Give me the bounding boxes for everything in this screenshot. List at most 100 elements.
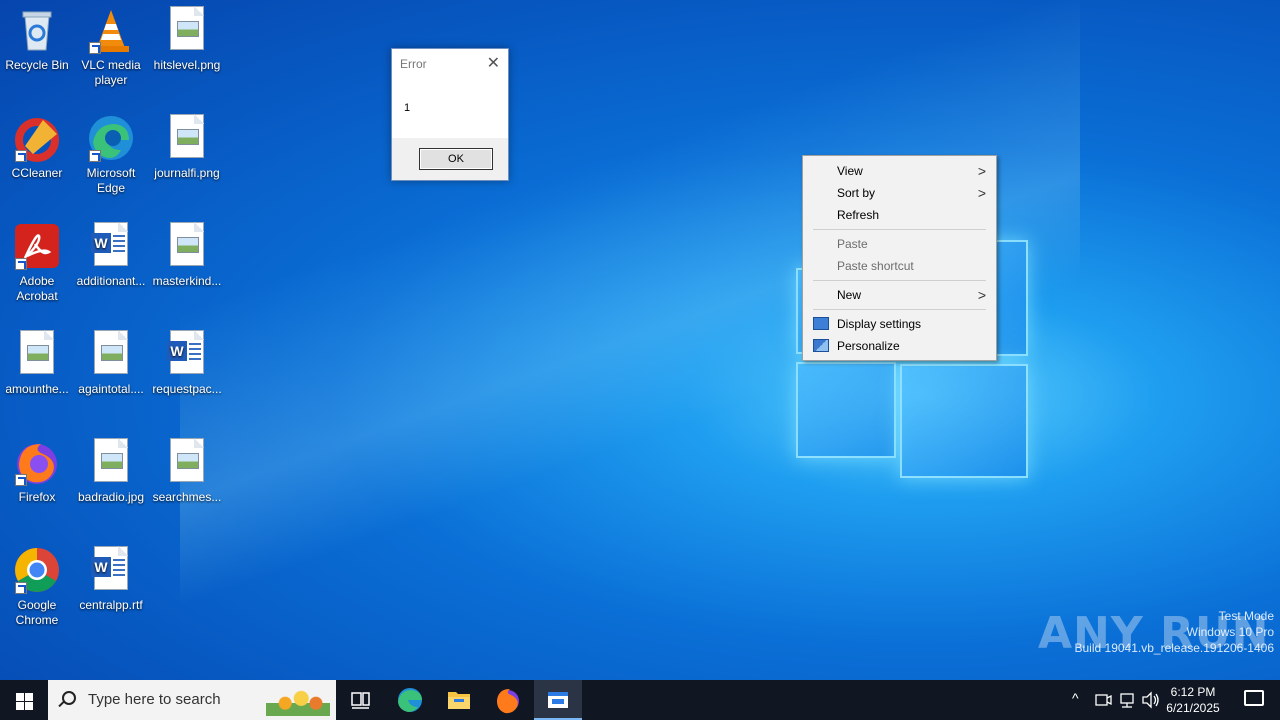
desktop-icon-recycle-bin[interactable]: Recycle Bin <box>0 0 74 73</box>
word-document-icon: W <box>91 222 128 266</box>
vlc-cone-icon <box>87 6 135 54</box>
desktop-icon-edge[interactable]: Microsoft Edge <box>74 108 148 196</box>
windows-edition-text: Windows 10 Pro <box>1186 625 1274 639</box>
taskbar-firefox[interactable] <box>484 680 532 720</box>
desktop-icon-label: VLC media player <box>81 58 141 87</box>
tray-meet-now[interactable] <box>1092 680 1114 720</box>
desktop-icon-firefox[interactable]: Firefox <box>0 432 74 505</box>
chevron-up-icon: ^ <box>1072 690 1079 706</box>
desktop-icon-label: Microsoft Edge <box>86 166 136 195</box>
dialog-title: Error <box>400 57 427 71</box>
desktop-icon-label: againtotal.... <box>78 382 144 396</box>
image-file-icon <box>170 438 204 482</box>
menu-separator <box>813 309 986 310</box>
menu-item-label: Paste <box>837 237 868 251</box>
camera-icon <box>1095 694 1112 706</box>
submenu-arrow-icon: > <box>977 287 986 303</box>
build-text: Build 19041.vb_release.191206-1406 <box>1074 641 1275 655</box>
shortcut-arrow-icon <box>15 582 27 594</box>
menu-item-label: Display settings <box>837 317 922 331</box>
menu-separator <box>813 229 986 230</box>
menu-item-sort-by[interactable]: Sort by > <box>803 182 996 204</box>
menu-item-refresh[interactable]: Refresh <box>803 204 996 226</box>
word-document-icon: W <box>167 330 204 374</box>
clock-date: 6/21/2025 <box>1166 701 1220 715</box>
recycle-bin-icon <box>13 6 61 54</box>
shortcut-arrow-icon <box>89 150 101 162</box>
start-button[interactable] <box>0 680 48 720</box>
desktop-icon-label: Recycle Bin <box>5 58 69 72</box>
image-file-icon <box>170 6 204 50</box>
menu-item-label: Personalize <box>837 339 900 353</box>
window-app-icon <box>548 692 568 708</box>
windows-logo-icon <box>16 693 24 701</box>
desktop-icon-againtotal[interactable]: againtotal.... <box>74 324 148 397</box>
desktop-icon-label: centralpp.rtf <box>79 598 143 612</box>
search-icon <box>62 691 76 705</box>
notification-center-icon[interactable] <box>1244 690 1264 706</box>
desktop-icon-requestpac[interactable]: W requestpac... <box>150 324 224 397</box>
network-icon <box>1120 693 1134 708</box>
close-icon[interactable]: ✕ <box>487 53 500 73</box>
show-hidden-icons-button[interactable]: ^ <box>1068 680 1088 720</box>
tray-network[interactable] <box>1116 680 1138 720</box>
task-view-button[interactable] <box>336 680 384 720</box>
menu-item-paste: Paste <box>803 233 996 255</box>
desktop-icon-label: searchmes... <box>152 490 222 504</box>
ok-button[interactable]: OK <box>419 148 493 170</box>
image-file-icon <box>170 222 204 266</box>
edge-icon <box>87 114 135 162</box>
menu-item-label: Paste shortcut <box>837 259 914 273</box>
image-file-icon <box>94 438 128 482</box>
menu-item-view[interactable]: View > <box>803 160 996 182</box>
taskbar-edge[interactable] <box>386 680 434 720</box>
display-settings-icon <box>813 317 829 330</box>
desktop-context-menu: View > Sort by > Refresh Paste Paste sho… <box>802 155 997 361</box>
desktop-icon-centralpp[interactable]: W centralpp.rtf <box>74 540 148 613</box>
desktop-icon-label: Firefox <box>18 490 56 504</box>
desktop-icon-badradio[interactable]: badradio.jpg <box>74 432 148 505</box>
taskbar-error-app[interactable] <box>534 680 582 720</box>
task-view-icon <box>351 692 370 709</box>
desktop-icon-hitslevel[interactable]: hitslevel.png <box>150 0 224 73</box>
desktop-icon-acrobat[interactable]: Adobe Acrobat <box>0 216 74 304</box>
test-mode-text: Test Mode <box>1218 609 1274 623</box>
menu-item-label: Refresh <box>837 208 880 222</box>
dialog-message: 1 <box>404 102 411 114</box>
menu-item-label: New <box>837 288 862 302</box>
taskbar-search-box[interactable]: Type here to search <box>48 680 336 720</box>
search-highlight-art <box>266 684 330 716</box>
desktop-icon-vlc[interactable]: VLC media player <box>74 0 148 88</box>
firefox-icon <box>497 689 519 714</box>
shortcut-arrow-icon <box>89 42 101 54</box>
menu-item-personalize[interactable]: Personalize <box>803 335 996 357</box>
personalize-icon <box>813 339 829 352</box>
desktop-icon-label: Google Chrome <box>15 598 59 627</box>
desktop-icon-label: CCleaner <box>11 166 63 180</box>
desktop-icon-chrome[interactable]: Google Chrome <box>0 540 74 628</box>
taskbar-clock[interactable]: 6:12 PM 6/21/2025 <box>1158 684 1228 716</box>
desktop-icon-label: Adobe Acrobat <box>16 274 58 303</box>
menu-separator <box>813 280 986 281</box>
search-placeholder: Type here to search <box>88 691 221 708</box>
menu-item-label: View <box>837 164 863 178</box>
chrome-icon <box>13 546 61 594</box>
desktop-icon-label: journalfi.png <box>154 166 220 180</box>
taskbar-file-explorer[interactable] <box>435 680 483 720</box>
menu-item-display-settings[interactable]: Display settings <box>803 313 996 335</box>
desktop-icon-ccleaner[interactable]: CCleaner <box>0 108 74 181</box>
desktop-icon-label: requestpac... <box>152 382 222 396</box>
desktop-icon-searchmes[interactable]: searchmes... <box>150 432 224 505</box>
desktop-icon-label: additionant... <box>76 274 146 288</box>
submenu-arrow-icon: > <box>977 185 986 201</box>
desktop-icon-amounthe[interactable]: amounthe... <box>0 324 74 397</box>
folder-icon <box>448 692 470 709</box>
shortcut-arrow-icon <box>15 150 27 162</box>
desktop-icon-journalfi[interactable]: journalfi.png <box>150 108 224 181</box>
menu-item-new[interactable]: New > <box>803 284 996 306</box>
desktop-icon-masterkind[interactable]: masterkind... <box>150 216 224 289</box>
word-document-icon: W <box>91 546 128 590</box>
desktop-icon-additionant[interactable]: W additionant... <box>74 216 148 289</box>
dialog-footer: OK <box>392 138 508 180</box>
image-file-icon <box>170 114 204 158</box>
